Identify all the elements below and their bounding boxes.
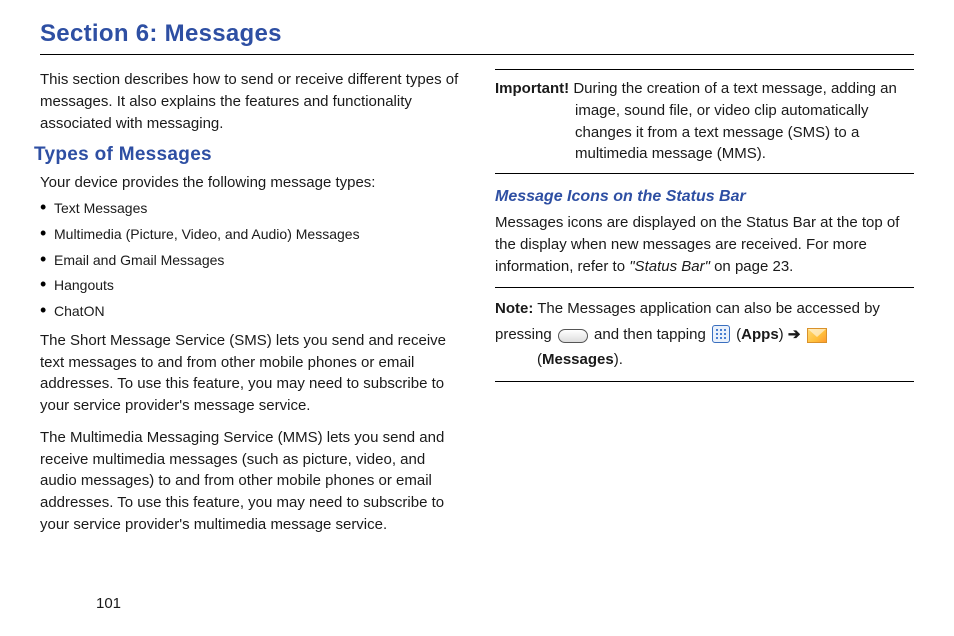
mms-paragraph: The Multimedia Messaging Service (MMS) l…	[40, 427, 459, 536]
arrow-icon: ➔	[788, 326, 801, 343]
note-bottom-rule	[495, 381, 914, 382]
icons-heading: Message Icons on the Status Bar	[495, 188, 914, 206]
note-text-mid: and then tapping	[590, 326, 710, 343]
access-note: Note: The Messages application can also …	[495, 296, 914, 373]
important-note: Important! During the creation of a text…	[495, 78, 914, 165]
types-heading: Types of Messages	[34, 144, 459, 166]
types-intro: Your device provides the following messa…	[40, 172, 459, 194]
types-list: Text Messages Multimedia (Picture, Video…	[40, 200, 459, 320]
right-column: Important! During the creation of a text…	[495, 69, 914, 546]
note-line2: (Messages).	[537, 347, 914, 373]
note-label: Note:	[495, 300, 533, 317]
list-item: ChatON	[40, 303, 459, 320]
messages-icon	[807, 328, 827, 343]
section-title: Section 6: Messages	[40, 20, 914, 48]
divider	[40, 54, 914, 55]
home-button-icon	[558, 329, 588, 343]
important-top-rule	[495, 69, 914, 70]
apps-icon	[712, 325, 730, 343]
icons-body-post: on page 23.	[710, 258, 793, 275]
icons-paragraph: Messages icons are displayed on the Stat…	[495, 212, 914, 277]
intro-paragraph: This section describes how to send or re…	[40, 69, 459, 134]
status-bar-ref: "Status Bar"	[629, 258, 710, 275]
sms-paragraph: The Short Message Service (SMS) lets you…	[40, 330, 459, 417]
important-bottom-rule	[495, 173, 914, 174]
list-item: Hangouts	[40, 277, 459, 294]
apps-label: Apps	[741, 326, 779, 343]
list-item: Multimedia (Picture, Video, and Audio) M…	[40, 226, 459, 243]
messages-label: Messages	[542, 351, 614, 368]
page-number: 101	[96, 595, 121, 612]
content-columns: This section describes how to send or re…	[40, 69, 914, 546]
left-column: This section describes how to send or re…	[40, 69, 459, 546]
note-top-rule	[495, 287, 914, 288]
list-item: Text Messages	[40, 200, 459, 217]
list-item: Email and Gmail Messages	[40, 252, 459, 269]
